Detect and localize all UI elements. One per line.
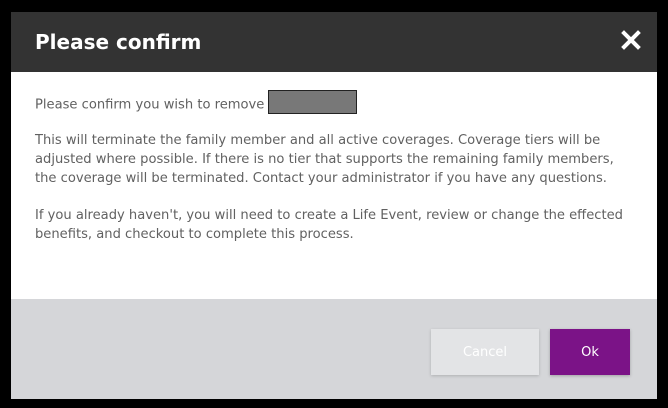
dialog-body: Please confirm you wish to remove This w… xyxy=(11,72,657,299)
screenshot-frame: Please confirm Please confirm you wish t… xyxy=(0,0,668,408)
dialog-title: Please confirm xyxy=(35,30,202,54)
confirm-message: Please confirm you wish to remove xyxy=(35,90,633,118)
life-event-notice: If you already haven't, you will need to… xyxy=(35,208,623,242)
confirm-text: Please confirm you wish to remove xyxy=(35,97,265,113)
redacted-name xyxy=(268,90,358,114)
termination-notice: This will terminate the family member an… xyxy=(35,133,614,186)
dialog-footer: Cancel Ok xyxy=(11,299,657,399)
confirm-dialog: Please confirm Please confirm you wish t… xyxy=(11,12,657,399)
close-icon xyxy=(621,30,641,50)
ok-button[interactable]: Ok xyxy=(550,329,630,375)
cancel-button[interactable]: Cancel xyxy=(431,329,539,375)
close-button[interactable] xyxy=(619,28,643,52)
dialog-header: Please confirm xyxy=(11,12,657,72)
